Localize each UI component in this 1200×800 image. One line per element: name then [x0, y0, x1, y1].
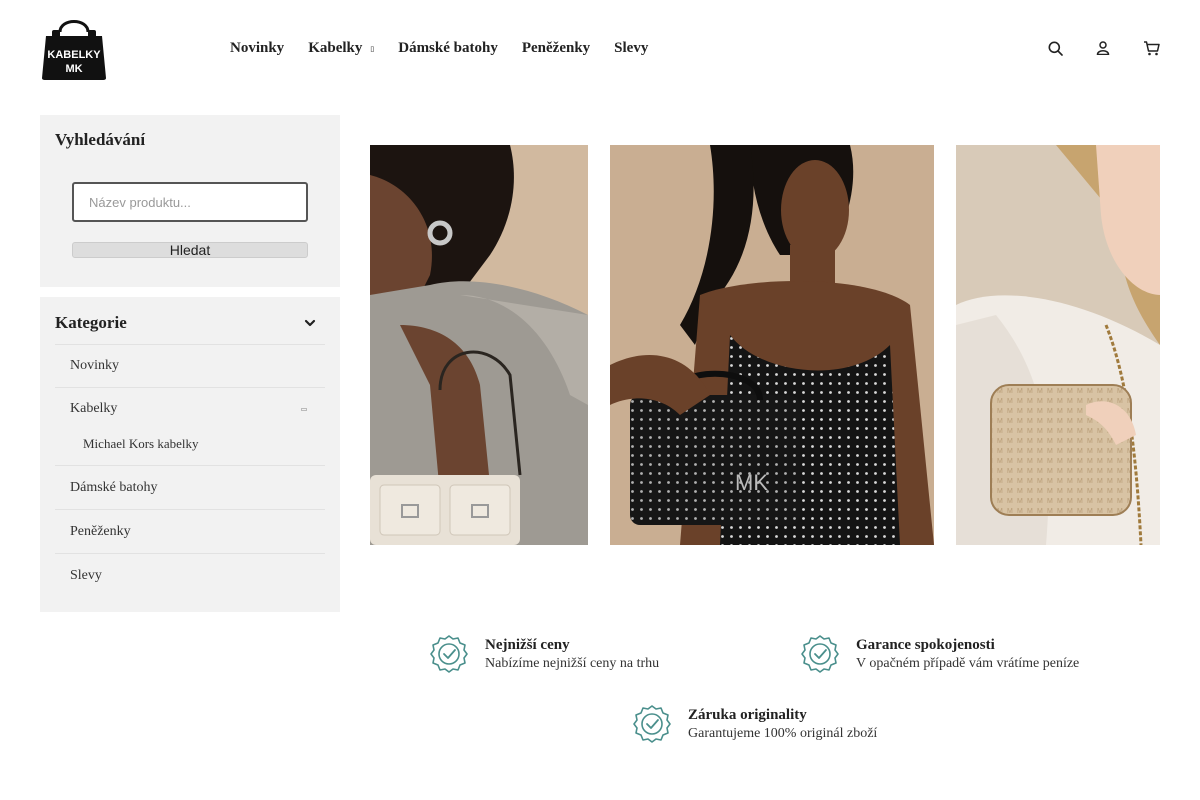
categories-panel: Kategorie Novinky Kabelky Michael Kors k… [40, 297, 340, 612]
nav-item-penezenky[interactable]: Peněženky [522, 40, 590, 57]
user-icon[interactable] [1094, 38, 1112, 58]
check-badge-icon [633, 705, 671, 743]
nav-item-slevy[interactable]: Slevy [614, 40, 648, 57]
category-item-damske-batohy[interactable]: Dámské batohy [55, 465, 325, 509]
search-panel: Vyhledávání Hledat [40, 115, 340, 287]
search-button[interactable]: Hledat [72, 242, 308, 258]
slide-image-1[interactable] [370, 145, 588, 545]
nav-item-damske-batohy[interactable]: Dámské batohy [398, 40, 498, 57]
feature-originality: Záruka originality Garantujeme 100% orig… [632, 704, 877, 744]
logo[interactable]: KABELKY MK [40, 14, 108, 82]
category-item-kabelky[interactable]: Kabelky [55, 387, 325, 430]
feature-title: Záruka originality [688, 706, 807, 723]
svg-text:MK: MK [735, 470, 768, 495]
check-badge-icon [801, 635, 839, 673]
categories-panel-title: Kategorie [55, 313, 127, 332]
slide-image-2[interactable]: MK [610, 145, 934, 545]
main-nav: Novinky Kabelky ▯ Dámské batohy Peněženky… [230, 40, 648, 57]
collapse-icon[interactable] [301, 408, 307, 411]
header-icons [1046, 38, 1160, 58]
feature-text: Garance spokojenosti V opačném případě v… [856, 636, 1079, 673]
search-input[interactable] [72, 182, 308, 222]
nav-item-kabelky[interactable]: Kabelky ▯ [308, 40, 374, 57]
category-item-novinky[interactable]: Novinky [55, 344, 325, 387]
category-item-penezenky[interactable]: Peněženky [55, 509, 325, 553]
category-list: Novinky Kabelky Michael Kors kabelky Dám… [55, 344, 325, 597]
dropdown-caret-icon: ▯ [370, 44, 375, 53]
feature-text: Nejnižší ceny Nabízíme nejnižší ceny na … [485, 636, 659, 673]
nav-item-novinky[interactable]: Novinky [230, 40, 284, 57]
search-icon[interactable] [1046, 38, 1064, 58]
logo-text-line2: MK [65, 63, 82, 75]
feature-subtitle: Garantujeme 100% originál zboží [688, 725, 878, 741]
hero-slider: MK M [370, 145, 1160, 545]
slide-image-3[interactable]: M [956, 145, 1160, 545]
feature-subtitle: Nabízíme nejnižší ceny na trhu [485, 655, 660, 671]
feature-text: Záruka originality Garantujeme 100% orig… [688, 706, 877, 743]
feature-lowest-prices: Nejnižší ceny Nabízíme nejnižší ceny na … [429, 634, 659, 674]
category-subitem-michael-kors[interactable]: Michael Kors kabelky [55, 430, 325, 465]
check-badge-icon [430, 635, 468, 673]
chevron-down-icon[interactable] [304, 317, 316, 329]
search-panel-title: Vyhledávání [55, 130, 146, 149]
feature-title: Garance spokojenosti [856, 636, 995, 653]
category-item-slevy[interactable]: Slevy [55, 553, 325, 597]
feature-satisfaction-guarantee: Garance spokojenosti V opačném případě v… [800, 634, 1079, 674]
feature-subtitle: V opačném případě vám vrátíme peníze [856, 655, 1080, 671]
logo-text-line1: KABELKY [47, 49, 101, 61]
feature-title: Nejnižší ceny [485, 636, 570, 653]
cart-icon[interactable] [1142, 38, 1160, 58]
